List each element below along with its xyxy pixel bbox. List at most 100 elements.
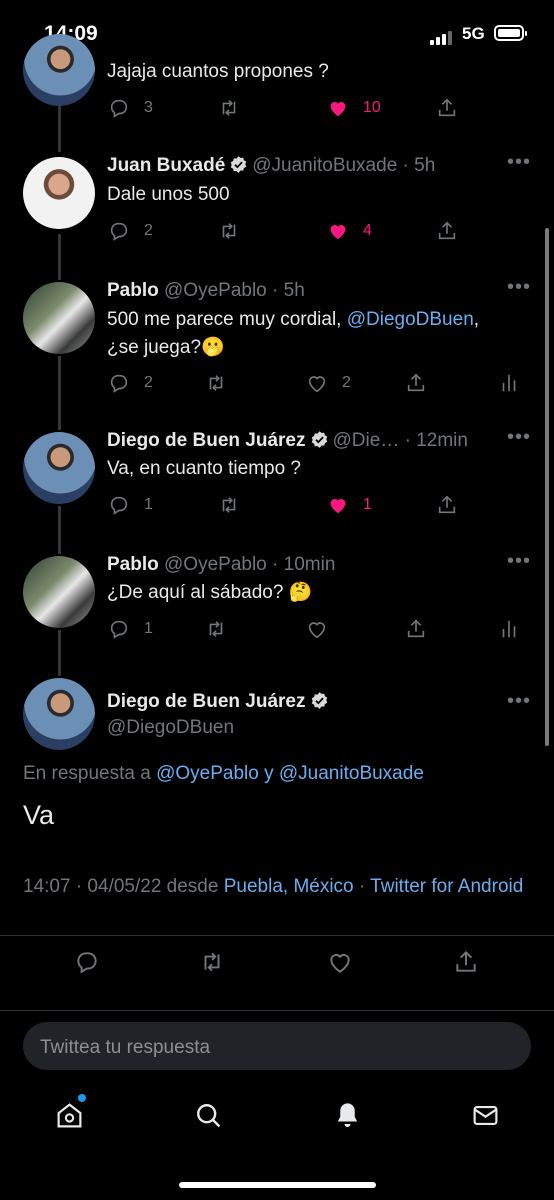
reply-count: 2 (144, 374, 153, 391)
search-icon[interactable] (194, 1101, 223, 1130)
author-name[interactable]: Diego de Buen Juárez (107, 691, 306, 712)
like-button[interactable]: 1 (327, 494, 372, 516)
analytics-button[interactable] (498, 372, 520, 394)
reply-button[interactable]: 2 (108, 220, 153, 242)
meta-separator: · (353, 876, 371, 897)
author-handle[interactable]: @Die… (333, 430, 400, 451)
tweet-header: Pablo @OyePablo · 5h (107, 280, 305, 302)
author-handle[interactable]: @OyePablo (164, 280, 267, 301)
avatar[interactable] (23, 282, 95, 354)
reply-button[interactable] (74, 949, 100, 975)
thread-connector (58, 234, 61, 280)
scrollbar[interactable] (545, 228, 549, 746)
share-button[interactable] (436, 97, 458, 119)
reply-mention-link[interactable]: @OyePablo (156, 763, 259, 784)
retweet-button[interactable] (205, 372, 227, 394)
author-name[interactable]: Diego de Buen Juárez (107, 430, 306, 451)
divider (0, 1010, 554, 1011)
tweet-text-part: 500 me parece muy cordial, (107, 309, 347, 330)
share-icon (407, 619, 425, 638)
author-handle[interactable]: @DiegoDBuen (107, 717, 234, 739)
main-tweet-text: Va (23, 800, 55, 830)
author-name[interactable]: Pablo (107, 554, 159, 575)
share-icon (407, 373, 425, 392)
thread-connector (58, 356, 61, 430)
thread-connector (58, 506, 61, 554)
more-options-icon[interactable]: ••• (507, 690, 531, 713)
more-options-icon[interactable]: ••• (507, 550, 531, 573)
reply-mention-link[interactable]: @JuanitoBuxade (279, 763, 424, 784)
heart-filled-icon (330, 225, 346, 240)
like-count: 4 (363, 222, 372, 239)
avatar[interactable] (23, 34, 95, 106)
tweet-time: · 5h (402, 155, 436, 176)
analytics-icon (502, 620, 516, 638)
share-button[interactable] (453, 949, 479, 975)
share-button[interactable] (436, 494, 458, 516)
share-icon (438, 495, 456, 514)
retweet-button[interactable] (218, 97, 240, 119)
author-name[interactable]: Pablo (107, 280, 159, 301)
verified-badge-icon (311, 692, 327, 709)
avatar[interactable] (23, 678, 95, 750)
like-button[interactable]: 2 (306, 372, 351, 394)
thread-connector (58, 630, 61, 676)
more-options-icon[interactable]: ••• (507, 276, 531, 299)
analytics-button[interactable] (498, 618, 520, 640)
retweet-button[interactable] (205, 618, 227, 640)
retweet-button[interactable] (199, 949, 225, 975)
author-handle[interactable]: @OyePablo (164, 554, 267, 575)
tweet-header: Diego de Buen Juárez @Die… · 12min (107, 430, 468, 452)
reply-count: 2 (144, 222, 153, 239)
thread-connector (58, 100, 61, 152)
heart-filled-icon (330, 499, 346, 514)
reply-icon (77, 952, 97, 974)
reply-to-joiner: y (258, 763, 279, 784)
heart-icon (308, 622, 326, 639)
avatar[interactable] (23, 556, 95, 628)
divider (0, 935, 554, 936)
share-icon (456, 950, 476, 972)
like-count: 1 (363, 496, 372, 513)
more-options-icon[interactable]: ••• (507, 151, 531, 174)
reply-icon (110, 374, 128, 393)
tweet-time: · 12min (404, 430, 468, 451)
author-name[interactable]: Juan Buxadé (107, 155, 225, 176)
reply-button[interactable]: 2 (108, 372, 153, 394)
more-options-icon[interactable]: ••• (507, 426, 531, 449)
like-button[interactable] (306, 618, 328, 640)
like-button[interactable]: 4 (327, 220, 372, 242)
home-icon[interactable] (55, 1101, 84, 1130)
avatar[interactable] (23, 157, 95, 229)
tweet-text: Jajaja cuantos propones ? (107, 61, 329, 82)
retweet-icon (222, 497, 236, 513)
reply-input-placeholder: Twittea tu respuesta (40, 1037, 211, 1058)
reply-button[interactable]: 1 (108, 618, 153, 640)
reply-button[interactable]: 3 (108, 97, 153, 119)
retweet-button[interactable] (218, 220, 240, 242)
like-button[interactable]: 10 (327, 97, 381, 119)
home-indicator[interactable] (179, 1182, 376, 1188)
signal-icon (430, 27, 454, 45)
notifications-icon[interactable] (333, 1101, 362, 1130)
client-link[interactable]: Twitter for Android (370, 876, 523, 897)
share-button[interactable] (436, 220, 458, 242)
share-button[interactable] (405, 618, 427, 640)
battery-icon (494, 25, 527, 41)
reply-button[interactable]: 1 (108, 494, 153, 516)
reply-icon (110, 496, 128, 515)
reply-to-label: En respuesta a (23, 763, 157, 784)
location-link[interactable]: Puebla, México (224, 876, 354, 897)
like-count: 10 (363, 99, 381, 116)
share-button[interactable] (405, 372, 427, 394)
messages-icon[interactable] (471, 1101, 500, 1130)
retweet-button[interactable] (218, 494, 240, 516)
like-button[interactable] (327, 949, 353, 975)
avatar[interactable] (23, 432, 95, 504)
author-handle[interactable]: @JuanitoBuxade (252, 155, 397, 176)
heart-icon (330, 954, 350, 973)
analytics-icon (502, 374, 516, 392)
reply-count: 3 (144, 99, 153, 116)
heart-icon (308, 376, 326, 393)
mention-link[interactable]: @DiegoDBuen (347, 309, 474, 330)
